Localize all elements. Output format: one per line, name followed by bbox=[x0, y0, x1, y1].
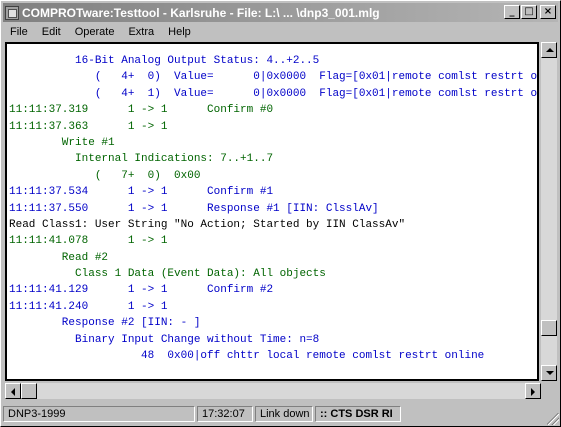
status-link: Link down bbox=[255, 406, 313, 422]
log-line: 11:11:41.078 1 -> 1 bbox=[9, 235, 168, 248]
window-controls: _ □ × bbox=[503, 5, 556, 19]
log-line: 11:11:37.550 1 -> 1 Response #1 [IIN: Cl… bbox=[9, 202, 379, 215]
left-arrow-icon bbox=[11, 388, 15, 396]
log-line: 11:11:41.240 1 -> 1 bbox=[9, 300, 168, 313]
status-bar: DNP3-1999 17:32:07 Link down :: CTS DSR … bbox=[3, 404, 558, 424]
scrollbar-corner bbox=[541, 383, 557, 399]
close-button[interactable]: × bbox=[540, 5, 556, 19]
menu-file[interactable]: File bbox=[3, 26, 35, 38]
window-title: COMPROTware:Testtool - Karlsruhe - File:… bbox=[22, 5, 380, 20]
maximize-button[interactable]: □ bbox=[521, 5, 537, 19]
log-line: Response #2 [IIN: - ] bbox=[9, 317, 201, 330]
maximize-icon: □ bbox=[524, 6, 534, 17]
menu-operate[interactable]: Operate bbox=[68, 26, 122, 38]
vertical-scroll-thumb[interactable] bbox=[541, 319, 557, 336]
minimize-icon: _ bbox=[509, 6, 515, 17]
menu-extra[interactable]: Extra bbox=[121, 26, 161, 38]
horizontal-scrollbar[interactable] bbox=[5, 383, 541, 399]
log-line: Write #1 bbox=[9, 136, 115, 149]
resize-grip-icon[interactable] bbox=[547, 413, 559, 425]
menu-bar: File Edit Operate Extra Help bbox=[3, 23, 198, 41]
close-icon: × bbox=[543, 6, 553, 17]
log-line: ( 4+ 1) Value= 0|0x0000 Flag=[0x01|remot… bbox=[9, 87, 539, 100]
menu-help[interactable]: Help bbox=[161, 26, 198, 38]
scroll-down-button[interactable] bbox=[541, 365, 557, 381]
log-line: Internal Indications: 7..+1..7 bbox=[9, 153, 274, 166]
log-line: 48 0x00|off chttr local remote comlst re… bbox=[9, 350, 485, 363]
app-window: COMPROTware:Testtool - Karlsruhe - File:… bbox=[0, 0, 561, 427]
status-signals: :: CTS DSR RI bbox=[315, 406, 401, 422]
log-line: 11:11:37.319 1 -> 1 Confirm #0 bbox=[9, 104, 274, 117]
app-icon[interactable] bbox=[5, 5, 19, 20]
log-line: Binary Input Change without Time: n=8 bbox=[9, 333, 320, 346]
menu-edit[interactable]: Edit bbox=[35, 26, 68, 38]
log-line: 11:11:37.534 1 -> 1 Confirm #1 bbox=[9, 186, 274, 199]
down-arrow-icon bbox=[546, 371, 554, 375]
scroll-right-button[interactable] bbox=[525, 383, 541, 399]
log-line: ( 4+ 0) Value= 0|0x0000 Flag=[0x01|remot… bbox=[9, 71, 539, 84]
log-line: Read #2 bbox=[9, 251, 109, 264]
status-time: 17:32:07 bbox=[197, 406, 253, 422]
scroll-up-button[interactable] bbox=[541, 42, 557, 58]
up-arrow-icon bbox=[546, 48, 554, 52]
log-view[interactable]: 16-Bit Analog Output Status: 4..+2..5 ( … bbox=[5, 42, 539, 381]
scroll-left-button[interactable] bbox=[5, 383, 21, 399]
log-line: Read Class1: User String "No Action; Sta… bbox=[9, 218, 406, 231]
status-protocol: DNP3-1999 bbox=[3, 406, 195, 422]
right-arrow-icon bbox=[531, 388, 535, 396]
log-line: 16-Bit Analog Output Status: 4..+2..5 bbox=[9, 55, 320, 67]
minimize-button[interactable]: _ bbox=[504, 5, 520, 19]
title-bar[interactable]: COMPROTware:Testtool - Karlsruhe - File:… bbox=[3, 3, 558, 22]
vertical-scrollbar[interactable] bbox=[541, 42, 557, 381]
log-line: 11:11:41.129 1 -> 1 Confirm #2 bbox=[9, 284, 274, 297]
log-lines: 16-Bit Analog Output Status: 4..+2..5 ( … bbox=[9, 53, 539, 364]
log-line: 11:11:37.363 1 -> 1 bbox=[9, 120, 168, 133]
log-line: ( 7+ 0) 0x00 bbox=[9, 169, 201, 182]
horizontal-scroll-thumb[interactable] bbox=[21, 383, 37, 399]
log-line: Class 1 Data (Event Data): All objects bbox=[9, 268, 326, 281]
